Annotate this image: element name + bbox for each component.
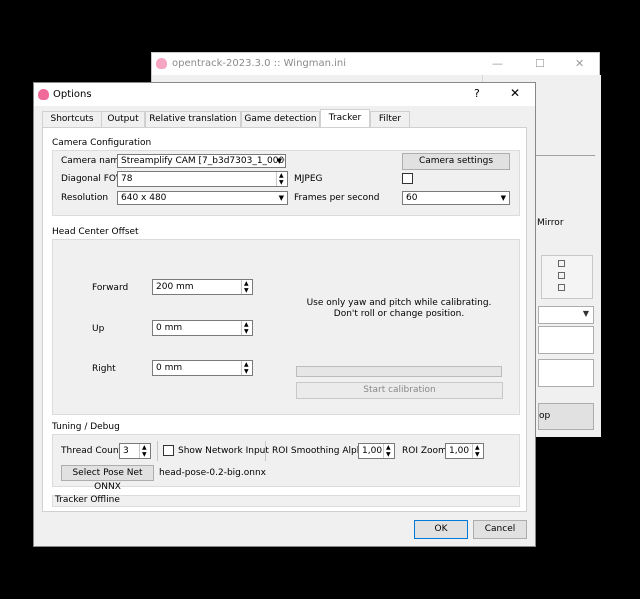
background-profile-combo[interactable]: ▼ <box>538 306 594 324</box>
tab-game-detection[interactable]: Game detection <box>241 111 320 127</box>
tab-tracker[interactable]: Tracker <box>320 109 370 128</box>
tracker-tab-panel: Camera Configuration Camera name Streamp… <box>42 127 527 512</box>
camera-settings-button[interactable]: Camera settings <box>402 153 510 170</box>
options-dialog: Options ? ✕ Shortcuts Output Relative tr… <box>33 82 536 547</box>
chevron-down-icon: ▼ <box>500 194 506 202</box>
separator <box>157 441 158 461</box>
background-button-2[interactable] <box>538 359 594 387</box>
opentrack-app-icon <box>156 58 167 69</box>
spin-down-icon[interactable]: ▼ <box>279 180 284 186</box>
tuning-debug-group: Thread Count 3 ▲ ▼ Show Network Input ROI… <box>52 434 520 492</box>
spin-down-icon[interactable]: ▼ <box>475 452 480 458</box>
diagonal-fov-spinbox[interactable]: 78 ▲ ▼ <box>117 171 288 187</box>
right-spinbox[interactable]: 0 mm ▲ ▼ <box>152 360 253 376</box>
background-preview-box <box>541 255 593 299</box>
ok-button[interactable]: OK <box>414 520 468 539</box>
indicator-icon <box>558 260 565 267</box>
spin-buttons[interactable]: ▲ ▼ <box>383 444 394 458</box>
minimize-icon[interactable]: — <box>492 57 503 70</box>
spin-down-icon[interactable]: ▼ <box>142 452 147 458</box>
window-close-icon[interactable]: ✕ <box>575 57 584 70</box>
start-calibration-button[interactable]: Start calibration <box>296 382 503 399</box>
indicator-icon <box>558 272 565 279</box>
thread-count-spinbox[interactable]: 3 ▲ ▼ <box>119 443 151 459</box>
thread-count-label: Thread Count <box>61 446 123 456</box>
forward-spinbox[interactable]: 200 mm ▲ ▼ <box>152 279 253 295</box>
spin-down-icon[interactable]: ▼ <box>244 288 249 294</box>
head-center-group: Forward 200 mm ▲ ▼ Up 0 mm ▲ ▼ Right 0 mm … <box>52 239 520 415</box>
camera-config-title: Camera Configuration <box>52 138 152 148</box>
tab-output[interactable]: Output <box>101 111 145 127</box>
fps-combo[interactable]: 60 ▼ <box>402 191 510 205</box>
calibration-progress-bar <box>296 366 502 377</box>
resolution-label: Resolution <box>61 193 109 203</box>
up-label: Up <box>92 324 105 334</box>
help-icon[interactable]: ? <box>474 87 480 100</box>
dialog-title: Options <box>53 89 92 100</box>
mjpeg-label: MJPEG <box>294 174 323 184</box>
up-spinbox[interactable]: 0 mm ▲ ▼ <box>152 320 253 336</box>
tab-filter[interactable]: Filter <box>370 111 410 127</box>
pose-net-filename: head-pose-0.2-big.onnx <box>159 468 266 478</box>
spin-buttons[interactable]: ▲ ▼ <box>241 280 252 294</box>
roi-smoothing-label: ROI Smoothing Alpha <box>272 446 368 456</box>
spin-buttons[interactable]: ▲ ▼ <box>241 361 252 375</box>
separator <box>265 441 266 461</box>
indicator-icon <box>558 284 565 291</box>
select-pose-net-button[interactable]: Select Pose Net ONNX <box>61 465 154 492</box>
spin-buttons[interactable]: ▲ ▼ <box>472 444 483 458</box>
head-center-title: Head Center Offset <box>52 227 139 237</box>
spin-down-icon[interactable]: ▼ <box>386 452 391 458</box>
tab-relative-translation[interactable]: Relative translation <box>145 111 241 127</box>
calibration-instructions: Use only yaw and pitch while calibrating… <box>306 298 492 319</box>
forward-label: Forward <box>92 283 129 293</box>
background-button-1[interactable] <box>538 326 594 354</box>
camera-name-combo[interactable]: Streamplify CAM [7_b3d7303_1_0000] ▼ <box>117 154 286 168</box>
close-icon[interactable]: ✕ <box>510 86 520 100</box>
roi-zoom-spinbox[interactable]: 1,00 ▲ ▼ <box>445 443 484 459</box>
camera-name-label: Camera name <box>61 156 125 166</box>
chevron-down-icon: ▼ <box>278 194 284 202</box>
background-titlebar: opentrack-2023.3.0 :: Wingman.ini — ☐ ✕ <box>152 53 599 75</box>
background-window-title: opentrack-2023.3.0 :: Wingman.ini <box>172 58 347 69</box>
diagonal-fov-label: Diagonal FOV <box>61 174 123 184</box>
show-network-input-checkbox[interactable] <box>163 445 174 456</box>
chevron-down-icon: ▼ <box>276 157 282 165</box>
show-network-input-label: Show Network Input <box>178 446 269 456</box>
tuning-debug-title: Tuning / Debug <box>52 422 120 432</box>
tab-shortcuts[interactable]: Shortcuts <box>42 111 102 127</box>
spin-buttons[interactable]: ▲ ▼ <box>276 172 287 186</box>
right-label: Right <box>92 364 116 374</box>
dialog-titlebar: Options ? ✕ <box>34 83 535 106</box>
chevron-down-icon: ▼ <box>582 309 589 318</box>
mjpeg-checkbox[interactable] <box>402 173 413 184</box>
mirror-label: Mirror <box>537 218 564 228</box>
resolution-combo[interactable]: 640 x 480 ▼ <box>117 191 288 205</box>
tracker-status-frame: Tracker Offline <box>52 495 520 507</box>
camera-config-group: Camera name Streamplify CAM [7_b3d7303_1… <box>52 150 520 216</box>
spin-down-icon[interactable]: ▼ <box>244 369 249 375</box>
spin-down-icon[interactable]: ▼ <box>244 329 249 335</box>
background-stop-button[interactable]: op <box>538 403 594 430</box>
cancel-button[interactable]: Cancel <box>473 520 527 539</box>
spin-buttons[interactable]: ▲ ▼ <box>139 444 150 458</box>
roi-zoom-label: ROI Zoom <box>402 446 447 456</box>
maximize-icon[interactable]: ☐ <box>535 57 545 70</box>
opentrack-app-icon <box>38 89 49 100</box>
tracker-status-text: Tracker Offline <box>55 495 120 505</box>
roi-smoothing-spinbox[interactable]: 1,00 ▲ ▼ <box>358 443 395 459</box>
fps-label: Frames per second <box>294 193 380 203</box>
spin-buttons[interactable]: ▲ ▼ <box>241 321 252 335</box>
